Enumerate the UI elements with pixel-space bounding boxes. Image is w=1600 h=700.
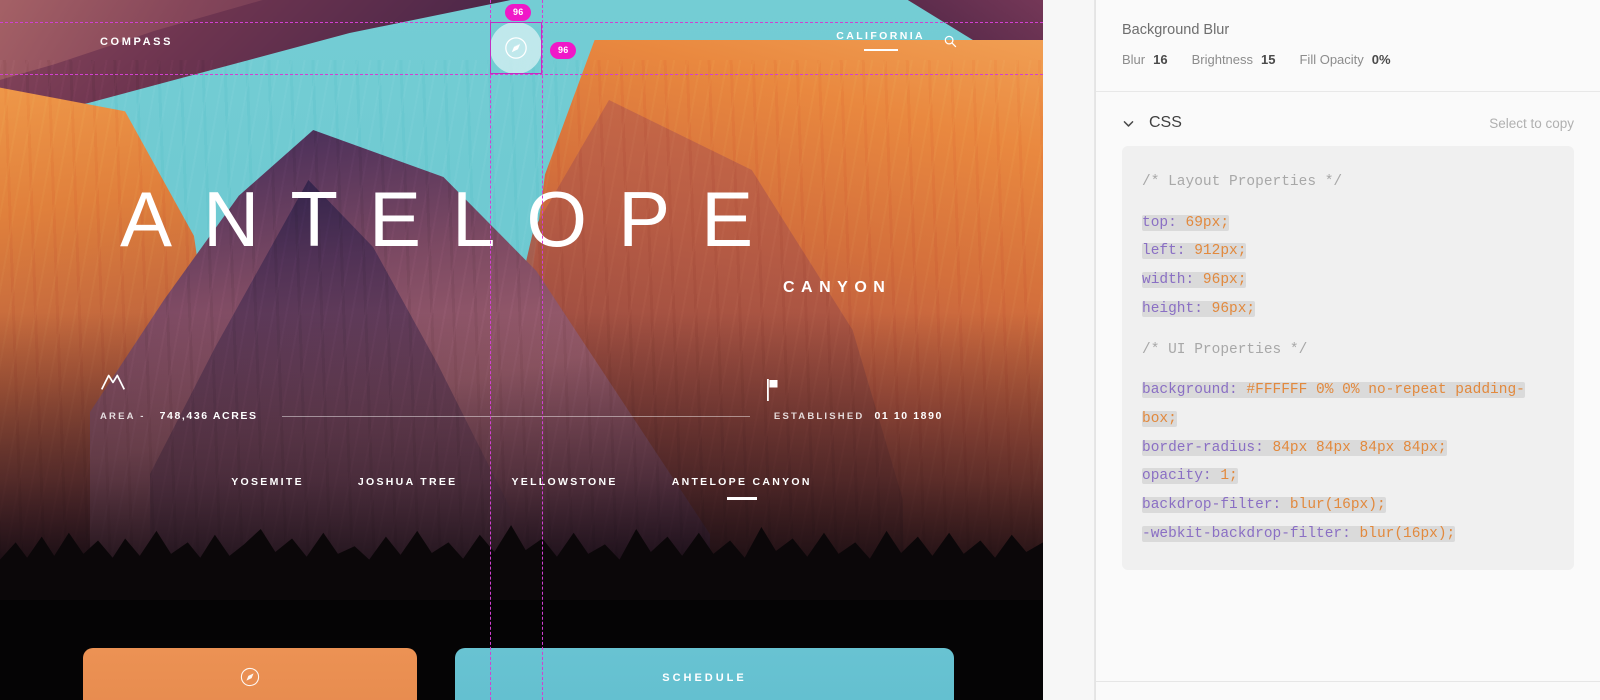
code-spacer bbox=[1142, 197, 1554, 209]
hero-subtitle: CANYON bbox=[783, 279, 892, 296]
panel-gutter bbox=[1043, 0, 1095, 700]
code-value: 912px; bbox=[1185, 243, 1247, 260]
css-header-left: CSS bbox=[1122, 114, 1182, 132]
code-line-top: top: 69px; bbox=[1142, 209, 1554, 238]
code-prop: height: bbox=[1142, 300, 1203, 317]
chevron-down-icon[interactable] bbox=[1122, 117, 1135, 130]
header-right-group: CALIFORNIA bbox=[836, 30, 957, 51]
active-underline bbox=[726, 497, 757, 500]
code-line-height: height: 96px; bbox=[1142, 295, 1554, 324]
established-label: ESTABLISHED bbox=[773, 410, 865, 422]
code-comment-layout: /* Layout Properties */ bbox=[1142, 174, 1343, 190]
code-prop: backdrop-filter: bbox=[1142, 497, 1282, 514]
background-blur-section: Background Blur Blur 16 Brightness 15 Fi… bbox=[1096, 0, 1600, 91]
code-prop: width: bbox=[1142, 272, 1195, 289]
active-underline bbox=[863, 48, 898, 51]
panel-bottom-divider bbox=[1096, 681, 1600, 682]
brightness-label: Brightness bbox=[1191, 52, 1254, 67]
mountain-icon bbox=[100, 372, 126, 392]
code-line-opacity: opacity: 1; bbox=[1142, 462, 1554, 491]
code-value: blur(16px); bbox=[1350, 525, 1456, 542]
code-value: 1; bbox=[1211, 468, 1238, 485]
nav-label: ANTELOPE CANYON bbox=[671, 476, 812, 488]
nav-label: YELLOWSTONE bbox=[511, 476, 618, 488]
canyon-body bbox=[0, 40, 1043, 600]
code-line-left: left: 912px; bbox=[1142, 237, 1554, 266]
background-blur-props: Blur 16 Brightness 15 Fill Opacity 0% bbox=[1122, 38, 1574, 91]
park-nav-item-yellowstone[interactable]: YELLOWSTONE bbox=[511, 476, 617, 500]
design-canvas[interactable]: COMPASS CALIFORNIA ANTELOPE CANYON AREA … bbox=[0, 0, 1043, 700]
search-icon[interactable] bbox=[943, 34, 957, 48]
region-selector[interactable]: CALIFORNIA bbox=[836, 30, 925, 51]
code-line-webkit-backdrop-filter: -webkit-backdrop-filter: blur(16px); bbox=[1142, 520, 1554, 549]
schedule-card-label: SCHEDULE bbox=[662, 672, 747, 684]
compass-icon bbox=[239, 666, 261, 688]
code-value: 96px; bbox=[1202, 300, 1256, 317]
nav-label: YOSEMITE bbox=[231, 476, 304, 488]
blur-label: Blur bbox=[1122, 52, 1146, 67]
code-comment-ui: /* UI Properties */ bbox=[1142, 341, 1308, 358]
area-label: AREA - bbox=[100, 410, 146, 422]
explore-card[interactable] bbox=[83, 648, 417, 700]
code-value: 84px 84px 84px 84px; bbox=[1263, 439, 1447, 456]
region-label: CALIFORNIA bbox=[836, 30, 925, 42]
code-line-width: width: 96px; bbox=[1142, 266, 1554, 295]
code-spacer bbox=[1142, 324, 1554, 336]
park-nav-item-yosemite[interactable]: YOSEMITE bbox=[231, 476, 304, 500]
meta-divider-line bbox=[281, 415, 750, 417]
park-meta-row: AREA - 748,436 ACRES ESTABLISHED 01 10 1… bbox=[100, 405, 943, 427]
hero-title: ANTELOPE bbox=[120, 175, 785, 263]
background-blur-title: Background Blur bbox=[1122, 22, 1230, 38]
established-group: ESTABLISHED 01 10 1890 bbox=[774, 410, 943, 422]
css-section-title: CSS bbox=[1149, 114, 1182, 131]
css-section-header[interactable]: CSS Select to copy bbox=[1096, 92, 1600, 146]
compass-icon bbox=[503, 35, 529, 61]
park-nav-item-antelope-canyon[interactable]: ANTELOPE CANYON bbox=[672, 476, 812, 500]
schedule-card[interactable]: SCHEDULE bbox=[455, 648, 954, 700]
code-value: 69px; bbox=[1176, 214, 1230, 231]
code-prop: border-radius: bbox=[1142, 439, 1264, 456]
code-value: blur(16px); bbox=[1281, 497, 1386, 514]
code-spacer bbox=[1142, 364, 1554, 376]
fill-opacity-value: 0% bbox=[1371, 52, 1391, 67]
code-prop: opacity: bbox=[1142, 468, 1212, 485]
flag-icon bbox=[766, 379, 780, 401]
css-code-block[interactable]: /* Layout Properties */ top: 69px; left:… bbox=[1122, 146, 1574, 571]
select-to-copy-hint[interactable]: Select to copy bbox=[1489, 116, 1574, 131]
inspector-panel: Background Blur Blur 16 Brightness 15 Fi… bbox=[1095, 0, 1600, 700]
code-prop: background: bbox=[1142, 382, 1238, 399]
code-prop: -webkit-backdrop-filter: bbox=[1142, 525, 1351, 542]
park-nav-item-joshua-tree[interactable]: JOSHUA TREE bbox=[358, 476, 458, 500]
brightness-value: 15 bbox=[1261, 52, 1276, 67]
site-logo[interactable]: COMPASS bbox=[100, 36, 173, 48]
blur-value: 16 bbox=[1153, 52, 1168, 67]
compass-button-selected[interactable] bbox=[490, 22, 542, 74]
area-value: 748,436 ACRES bbox=[159, 410, 258, 422]
area-group: AREA - 748,436 ACRES bbox=[100, 410, 258, 422]
code-line-border-radius: border-radius: 84px 84px 84px 84px; bbox=[1142, 434, 1554, 463]
code-line-background: background: #FFFFFF 0% 0% no-repeat padd… bbox=[1142, 376, 1554, 433]
code-prop: top: bbox=[1142, 214, 1177, 231]
established-value: 01 10 1890 bbox=[874, 410, 943, 422]
code-prop: left: bbox=[1142, 243, 1186, 260]
app-root: COMPASS CALIFORNIA ANTELOPE CANYON AREA … bbox=[0, 0, 1600, 700]
code-value: 96px; bbox=[1194, 272, 1247, 289]
code-line-backdrop-filter: backdrop-filter: blur(16px); bbox=[1142, 491, 1554, 520]
fill-opacity-label: Fill Opacity bbox=[1299, 52, 1364, 67]
park-nav: YOSEMITE JOSHUA TREE YELLOWSTONE ANTELOP… bbox=[0, 476, 1043, 500]
nav-label: JOSHUA TREE bbox=[357, 476, 458, 488]
